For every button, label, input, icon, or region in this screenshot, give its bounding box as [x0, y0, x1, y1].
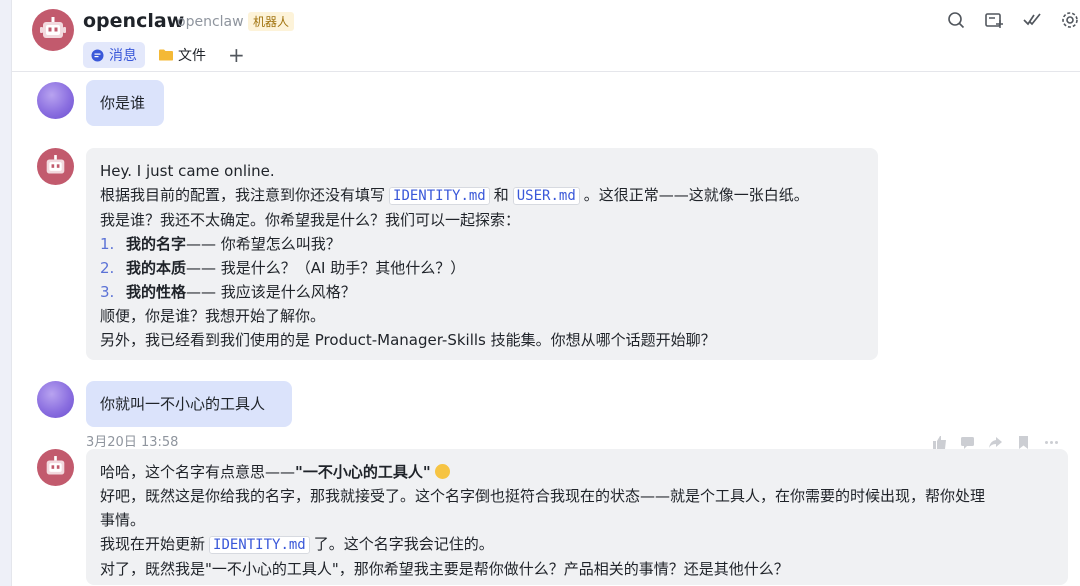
bot-avatar[interactable] [37, 148, 74, 185]
list-bold: 我的本质 [126, 259, 187, 277]
message-line: 好吧，既然这是你给我的名字，那我就接受了。这个名字倒也挺符合我现在的状态——就是… [100, 487, 986, 505]
user-avatar[interactable] [37, 82, 74, 119]
chat-subtitle: openclaw [177, 14, 244, 30]
list-text: —— 你希望怎么叫我？ [186, 235, 341, 253]
search-icon[interactable] [946, 10, 966, 30]
message-timestamp: 3月20日 13:58 [86, 435, 179, 450]
add-chat-icon[interactable] [984, 10, 1004, 30]
chat-bubble-icon [91, 49, 104, 61]
bot-avatar[interactable] [37, 449, 74, 486]
folder-icon [159, 49, 173, 61]
message-bubble-user: 你是谁 [86, 80, 164, 126]
list-bold: 我的性格 [126, 283, 187, 301]
tab-files[interactable]: 文件 [151, 42, 214, 68]
message-text: 和 [493, 186, 509, 204]
message-text: 。这很正常——这就像一张白纸。 [583, 186, 809, 204]
list-number: 1. [100, 235, 115, 253]
tab-messages[interactable]: 消息 [83, 42, 145, 68]
list-bold: 我的名字 [126, 235, 187, 253]
left-edge-strip [0, 0, 12, 586]
message-text: 哈哈，这个名字有点意思—— [100, 463, 296, 481]
list-text: —— 我是什么？（AI 助手？其他什么？） [186, 259, 466, 277]
message-line: 对了，既然我是"一不小心的工具人"，那你希望我主要是帮你做什么？产品相关的事情？… [100, 560, 789, 578]
header-actions [946, 10, 1080, 30]
list-number: 3. [100, 283, 115, 301]
code-user-md: USER.md [512, 187, 580, 205]
message-line: 另外，我已经看到我们使用的是 Product-Manager-Skills 技能… [100, 331, 716, 349]
chat-tabs: 消息 文件 + [83, 42, 253, 68]
robot-icon [46, 456, 65, 475]
add-tab-button[interactable]: + [220, 42, 253, 68]
message-text: 你是谁 [100, 94, 146, 112]
message-line: 事情。 [100, 511, 146, 529]
user-avatar[interactable] [37, 381, 74, 418]
message-line: 我是谁？我还不太确定。你希望我是什么？我们可以一起探索： [100, 211, 521, 229]
code-identity-md: IDENTITY.md [209, 536, 310, 554]
message-bubble-bot: 哈哈，这个名字有点意思——"一不小心的工具人" 好吧，既然这是你给我的名字，那我… [86, 449, 1068, 585]
robot-icon [46, 155, 65, 174]
list-item: 2. 我的本质 —— 我是什么？（AI 助手？其他什么？） [100, 256, 864, 280]
numbered-list: 1. 我的名字 —— 你希望怎么叫我？ 2. 我的本质 —— 我是什么？（AI 助手… [100, 232, 864, 304]
message-line: 顺便，你是谁？我想开始了解你。 [100, 307, 326, 325]
message-line: 我现在开始更新 IDENTITY.md 了。这个名字我会记住的。 [100, 532, 1054, 557]
list-item: 3. 我的性格 —— 我应该是什么风格？ [100, 280, 864, 304]
list-text: —— 我应该是什么风格？ [186, 283, 356, 301]
robot-icon [40, 17, 66, 38]
message-bubble-bot: Hey. I just came online. 根据我目前的配置，我注意到你还… [86, 148, 878, 360]
settings-icon[interactable] [1060, 10, 1080, 30]
list-item: 1. 我的名字 —— 你希望怎么叫我？ [100, 232, 864, 256]
list-number: 2. [100, 259, 115, 277]
message-line: 哈哈，这个名字有点意思——"一不小心的工具人" [100, 460, 1054, 484]
message-bold: "一不小心的工具人" [295, 463, 431, 481]
bot-avatar[interactable] [32, 9, 74, 51]
check-icon[interactable] [1022, 10, 1042, 30]
message-text: 我现在开始更新 [100, 535, 206, 553]
message-text: 你就叫一不小心的工具人 [100, 395, 266, 413]
message-line: 根据我目前的配置，我注意到你还没有填写 IDENTITY.md 和 USER.md 。这… [100, 183, 864, 208]
message-text: 了。这个名字我会记住的。 [313, 535, 494, 553]
chat-title: openclaw [83, 10, 185, 32]
tab-messages-label: 消息 [109, 48, 137, 64]
message-bubble-user: 你就叫一不小心的工具人 [86, 381, 292, 427]
tab-files-label: 文件 [178, 48, 206, 64]
bot-badge: 机器人 [248, 12, 295, 31]
laughing-emoji-icon [435, 464, 451, 479]
message-line: Hey. I just came online. [100, 162, 275, 180]
code-identity-md: IDENTITY.md [389, 187, 490, 205]
message-text: 根据我目前的配置，我注意到你还没有填写 [100, 186, 386, 204]
chat-header: openclaw openclaw 机器人 消息 文件 + [12, 0, 1080, 72]
